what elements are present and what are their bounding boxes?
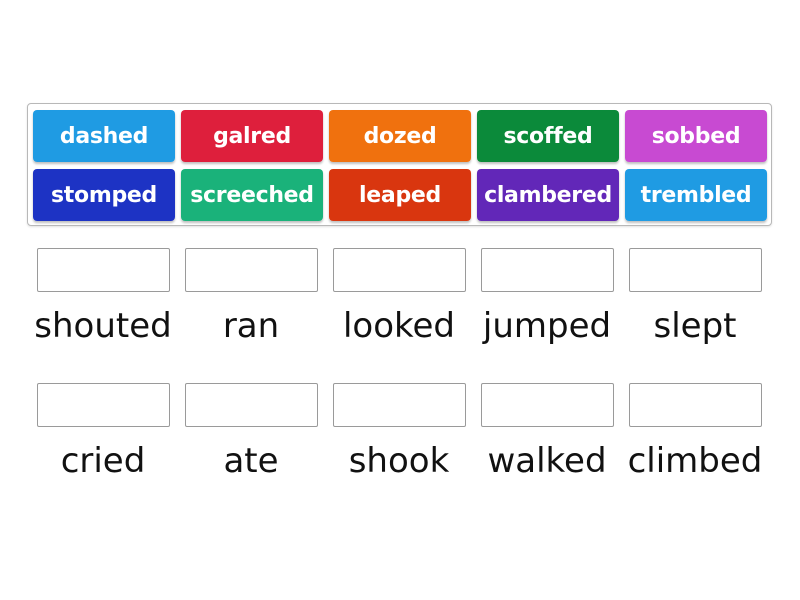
target-word-label: shouted <box>34 306 172 346</box>
word-tile-dozed[interactable]: dozed <box>329 110 471 162</box>
word-tile-stomped[interactable]: stomped <box>33 169 175 221</box>
word-tile-screeched[interactable]: screeched <box>181 169 323 221</box>
target-word-label: climbed <box>627 441 763 481</box>
word-tile-leaped[interactable]: leaped <box>329 169 471 221</box>
word-tile-galred[interactable]: galred <box>181 110 323 162</box>
target-word-label: walked <box>487 441 607 481</box>
word-tile-sobbed[interactable]: sobbed <box>625 110 767 162</box>
target-word-label: cried <box>60 441 146 481</box>
target-word-label: jumped <box>482 306 612 346</box>
drop-zone-looked[interactable] <box>333 248 466 292</box>
word-tile-dashed[interactable]: dashed <box>33 110 175 162</box>
target-word-label: slept <box>653 306 737 346</box>
drop-zone-climbed[interactable] <box>629 383 762 427</box>
word-tile-trembled[interactable]: trembled <box>625 169 767 221</box>
drop-zone-walked[interactable] <box>481 383 614 427</box>
drop-zone-ate[interactable] <box>185 383 318 427</box>
drop-zone-shook[interactable] <box>333 383 466 427</box>
target-word-label: looked <box>342 306 456 346</box>
drop-zone-jumped[interactable] <box>481 248 614 292</box>
drop-zone-shouted[interactable] <box>37 248 170 292</box>
word-tile-clambered[interactable]: clambered <box>477 169 619 221</box>
drop-zone-slept[interactable] <box>629 248 762 292</box>
target-word-label: ate <box>223 441 279 481</box>
target-word-label: ran <box>222 306 280 346</box>
word-tile-scoffed[interactable]: scoffed <box>477 110 619 162</box>
target-word-label: shook <box>348 441 450 481</box>
drop-zone-cried[interactable] <box>37 383 170 427</box>
drop-zone-ran[interactable] <box>185 248 318 292</box>
